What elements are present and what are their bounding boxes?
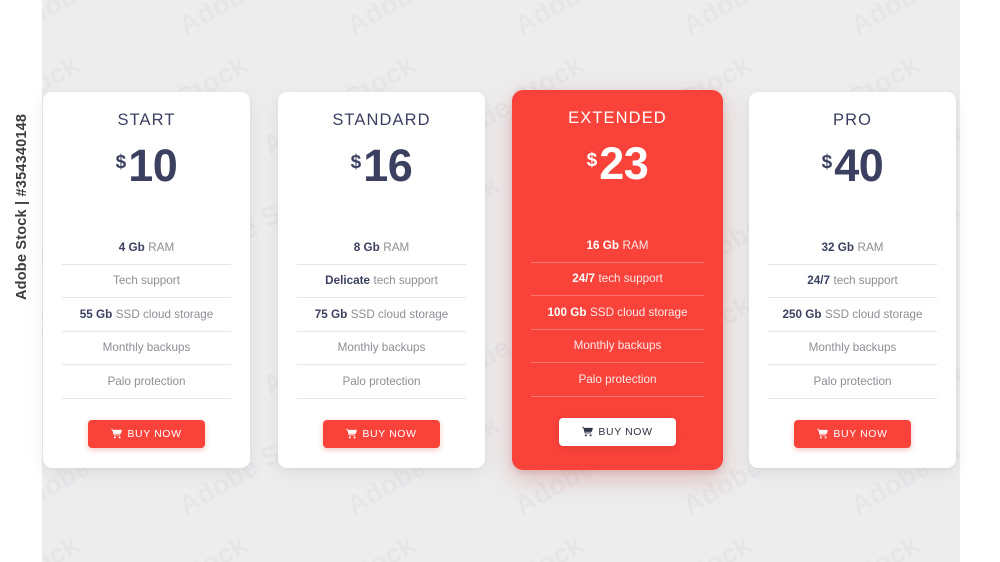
- feature-item: Palo protection: [531, 363, 704, 397]
- feature-item: Delicate tech support: [297, 265, 466, 298]
- feature-item: 16 Gb RAM: [531, 229, 704, 263]
- feature-label: Palo protection: [342, 374, 421, 388]
- feature-highlight: 75 Gb: [314, 307, 348, 321]
- feature-highlight: 4 Gb: [118, 240, 145, 254]
- buy-now-button[interactable]: BUY NOW: [559, 417, 676, 446]
- feature-list: 8 Gb RAM Delicate tech support 75 Gb SSD clou…: [297, 231, 466, 399]
- feature-label: Palo protection: [578, 372, 657, 386]
- price-amount: 10: [128, 140, 178, 191]
- pricing-card-pro: PRO $40 32 Gb RAM 24/7 tech support 250 Gb SSD …: [749, 92, 956, 468]
- feature-highlight: 24/7: [807, 274, 830, 288]
- feature-item: 55 Gb SSD cloud storage: [62, 298, 231, 332]
- feature-item: 32 Gb RAM: [768, 231, 937, 265]
- feature-list: 16 Gb RAM 24/7 tech support 100 Gb SSD cloud …: [531, 229, 704, 397]
- plan-price: $16: [350, 140, 413, 203]
- feature-highlight: Delicate: [325, 274, 370, 288]
- buy-now-label: BUY NOW: [362, 427, 417, 440]
- feature-label: SSD cloud storage: [590, 305, 688, 319]
- feature-label: Monthly backups: [573, 339, 662, 353]
- shopping-cart-icon: [346, 428, 358, 439]
- shopping-cart-icon: [817, 428, 829, 439]
- feature-label: Palo protection: [107, 374, 186, 388]
- price-amount: 23: [599, 138, 649, 189]
- plan-price: $10: [115, 140, 178, 203]
- feature-label: SSD cloud storage: [115, 307, 214, 321]
- currency-symbol: $: [586, 150, 598, 171]
- feature-item: Tech support: [62, 265, 231, 298]
- feature-label: tech support: [598, 272, 663, 286]
- feature-item: Monthly backups: [768, 332, 937, 365]
- buy-now-label: BUY NOW: [833, 427, 888, 440]
- feature-item: Palo protection: [62, 365, 231, 399]
- feature-label: tech support: [373, 274, 438, 288]
- feature-item: 24/7 tech support: [768, 265, 937, 298]
- feature-label: Monthly backups: [808, 341, 897, 355]
- buy-now-button[interactable]: BUY NOW: [323, 419, 440, 448]
- shopping-cart-icon: [111, 428, 123, 439]
- pricing-card-standard: STANDARD $16 8 Gb RAM Delicate tech support 75…: [278, 92, 485, 468]
- feature-label: tech support: [833, 274, 898, 288]
- feature-item: 4 Gb RAM: [62, 231, 231, 265]
- feature-highlight: 16 Gb: [586, 238, 619, 252]
- shopping-cart-icon: [582, 426, 594, 437]
- feature-label: Monthly backups: [102, 341, 191, 355]
- feature-highlight: 32 Gb: [821, 240, 854, 254]
- buy-now-button[interactable]: BUY NOW: [794, 419, 911, 448]
- feature-item: Monthly backups: [297, 332, 466, 365]
- buy-now-label: BUY NOW: [598, 425, 653, 438]
- feature-highlight: 250 Gb: [782, 307, 822, 321]
- feature-item: Monthly backups: [531, 330, 704, 363]
- feature-highlight: 24/7: [572, 272, 595, 286]
- screenshot-canvas: Adobe StockAdobe StockAdobe StockAdobe S…: [0, 0, 1000, 562]
- buy-now-label: BUY NOW: [127, 427, 182, 440]
- feature-label: RAM: [148, 240, 175, 254]
- feature-label: RAM: [622, 238, 649, 252]
- plan-name: STANDARD: [332, 111, 431, 129]
- pricing-card-start: START $10 4 Gb RAM Tech support 55 Gb SSD clou…: [43, 92, 250, 468]
- price-amount: 16: [363, 140, 413, 191]
- feature-item: Palo protection: [768, 365, 937, 399]
- feature-highlight: 100 Gb: [547, 305, 587, 319]
- feature-item: 75 Gb SSD cloud storage: [297, 298, 466, 332]
- feature-label: Tech support: [113, 274, 180, 288]
- feature-label: Monthly backups: [337, 341, 426, 355]
- price-amount: 40: [834, 140, 884, 191]
- feature-item: Palo protection: [297, 365, 466, 399]
- plan-name: PRO: [832, 111, 873, 129]
- pricing-card-extended: EXTENDED $23 16 Gb RAM 24/7 tech support 100 G…: [512, 90, 723, 470]
- feature-item: 8 Gb RAM: [297, 231, 466, 265]
- feature-item: Monthly backups: [62, 332, 231, 365]
- plan-name: START: [117, 111, 176, 129]
- plan-price: $23: [586, 138, 649, 201]
- feature-item: 100 Gb SSD cloud storage: [531, 296, 704, 330]
- plan-name: EXTENDED: [568, 109, 667, 127]
- feature-item: 24/7 tech support: [531, 263, 704, 296]
- plan-price: $40: [821, 140, 884, 203]
- feature-highlight: 8 Gb: [353, 240, 380, 254]
- currency-symbol: $: [115, 152, 127, 173]
- feature-label: SSD cloud storage: [825, 307, 923, 321]
- feature-label: RAM: [383, 240, 410, 254]
- pricing-cards-row: START $10 4 Gb RAM Tech support 55 Gb SSD clou…: [0, 0, 1000, 562]
- feature-list: 4 Gb RAM Tech support 55 Gb SSD cloud storag…: [62, 231, 231, 399]
- feature-item: 250 Gb SSD cloud storage: [768, 298, 937, 332]
- currency-symbol: $: [350, 152, 362, 173]
- feature-label: Palo protection: [813, 374, 892, 388]
- currency-symbol: $: [821, 152, 833, 173]
- feature-label: SSD cloud storage: [350, 307, 449, 321]
- buy-now-button[interactable]: BUY NOW: [88, 419, 205, 448]
- feature-highlight: 55 Gb: [79, 307, 113, 321]
- feature-list: 32 Gb RAM 24/7 tech support 250 Gb SSD cloud …: [768, 231, 937, 399]
- feature-label: RAM: [857, 240, 884, 254]
